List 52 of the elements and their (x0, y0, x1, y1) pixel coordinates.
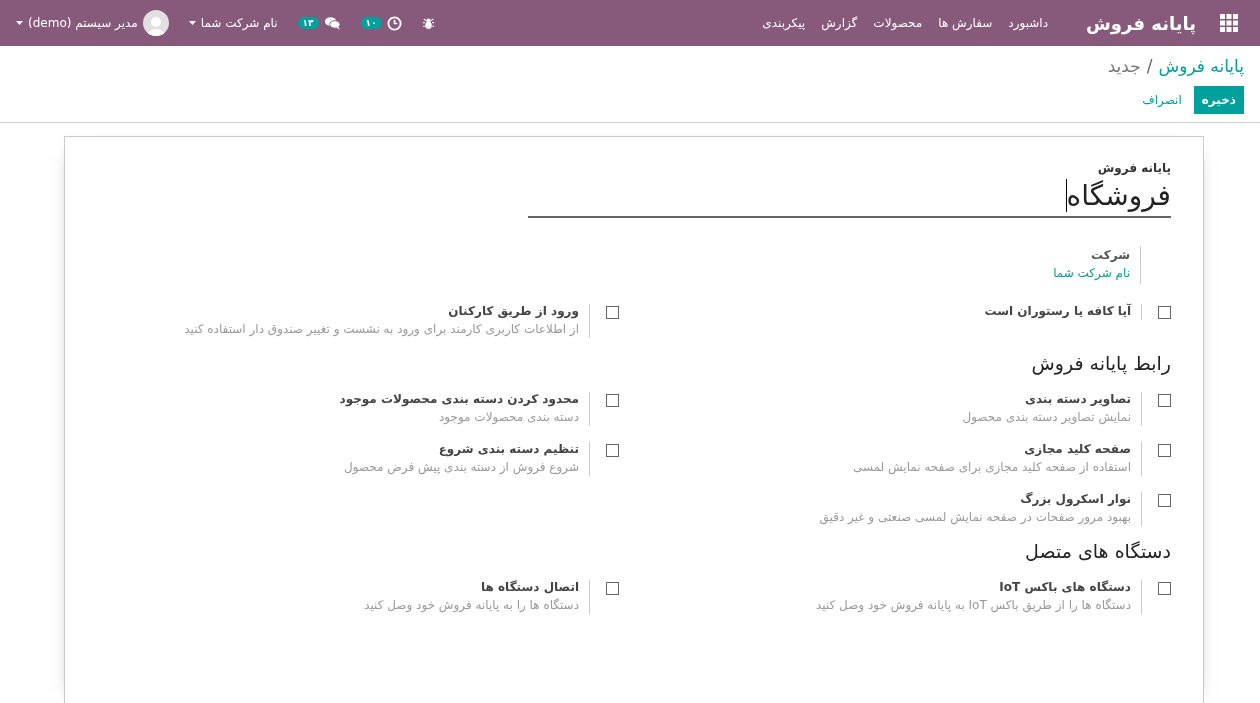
checkbox[interactable] (1158, 394, 1171, 407)
save-button[interactable]: ذخیره (1193, 86, 1244, 114)
caret-icon (188, 21, 196, 25)
avatar (142, 10, 169, 36)
section-title: دستگاه های متصل (1025, 540, 1171, 562)
caret-icon (16, 21, 23, 25)
field-label: شرکت (1090, 248, 1130, 262)
setting-description: نمایش تصاویر دسته بندی محصول (962, 410, 1131, 424)
menu-item[interactable]: پیکربندی (754, 16, 814, 30)
menu-item[interactable]: داشبورد (1000, 16, 1056, 30)
breadcrumb-current: جدید (1107, 56, 1141, 76)
discard-button[interactable]: انصراف (1134, 86, 1190, 114)
setting-label: محدود کردن دسته بندی محصولات موجود (339, 392, 579, 406)
checkbox[interactable] (1158, 494, 1171, 507)
checkbox[interactable] (606, 394, 619, 407)
setting-description: بهبود مرور صفحات در صفحه نمایش لمسی صنعتی و غیر دقیق (819, 510, 1131, 524)
setting-description: دسته بندی محصولات موجود (437, 410, 579, 424)
setting-description: از اطلاعات کاربری کارمند برای ورود به نشست و تغییر صندوق دار استفاده کنید (184, 322, 579, 336)
company-switcher[interactable]: نام شرکت شما (178, 16, 288, 30)
setting-description: دستگاه ها را از طریق باکس IoT به پایانه فروش خود وصل کنید (816, 598, 1131, 612)
company-link[interactable]: نام شرکت شما (1053, 266, 1130, 280)
setting-label: تنظیم دسته بندی شروع (437, 442, 579, 456)
setting-label: نوار اسکرول بزرگ (1019, 492, 1131, 506)
app-brand[interactable]: پایانه فروش (1056, 12, 1210, 34)
setting-description: دستگاه ها را به پایانه فروش خود وصل کنید (364, 598, 579, 612)
setting-label: دستگاه های باکس IoT (998, 580, 1131, 594)
checkbox[interactable] (1158, 444, 1171, 457)
checkbox[interactable] (1158, 306, 1171, 319)
name-input[interactable]: فروشگاه (528, 177, 1171, 218)
chat-icon (323, 16, 341, 30)
setting-description: استفاده از صفحه کلید مجازی برای صفحه نمایش لمسی (852, 460, 1131, 474)
activity-button[interactable]: ۱۰ (350, 15, 412, 31)
menu-item[interactable]: محصولات (865, 16, 931, 30)
setting-label: آیا کافه یا رستوران است (984, 304, 1131, 318)
section-title: رابط پایانه فروش (1031, 352, 1171, 374)
messages-button[interactable]: ۱۳ (287, 16, 351, 30)
setting-label: ورود از طریق کارکنان (447, 304, 579, 318)
checkbox[interactable] (1158, 582, 1171, 595)
checkbox[interactable] (606, 444, 619, 457)
checkbox[interactable] (606, 582, 619, 595)
field-label: پایانه فروش (1097, 161, 1171, 175)
menu-item[interactable]: سفارش ها (930, 16, 1001, 30)
setting-label: صفحه کلید مجازی (1023, 442, 1131, 456)
clock-icon (386, 15, 402, 31)
setting-label: اتصال دستگاه ها (480, 580, 579, 594)
user-menu[interactable]: مدیر سیستم (demo) (6, 10, 179, 36)
setting-description: شروع فروش از دسته بندی پیش فرض محصول (344, 460, 579, 474)
checkbox[interactable] (606, 306, 619, 319)
setting-label: تصاویر دسته بندی (1023, 392, 1131, 406)
breadcrumb-separator: / (1146, 56, 1153, 76)
menu-item[interactable]: گزارش (813, 16, 866, 30)
breadcrumb-link[interactable]: پایانه فروش (1158, 56, 1244, 76)
